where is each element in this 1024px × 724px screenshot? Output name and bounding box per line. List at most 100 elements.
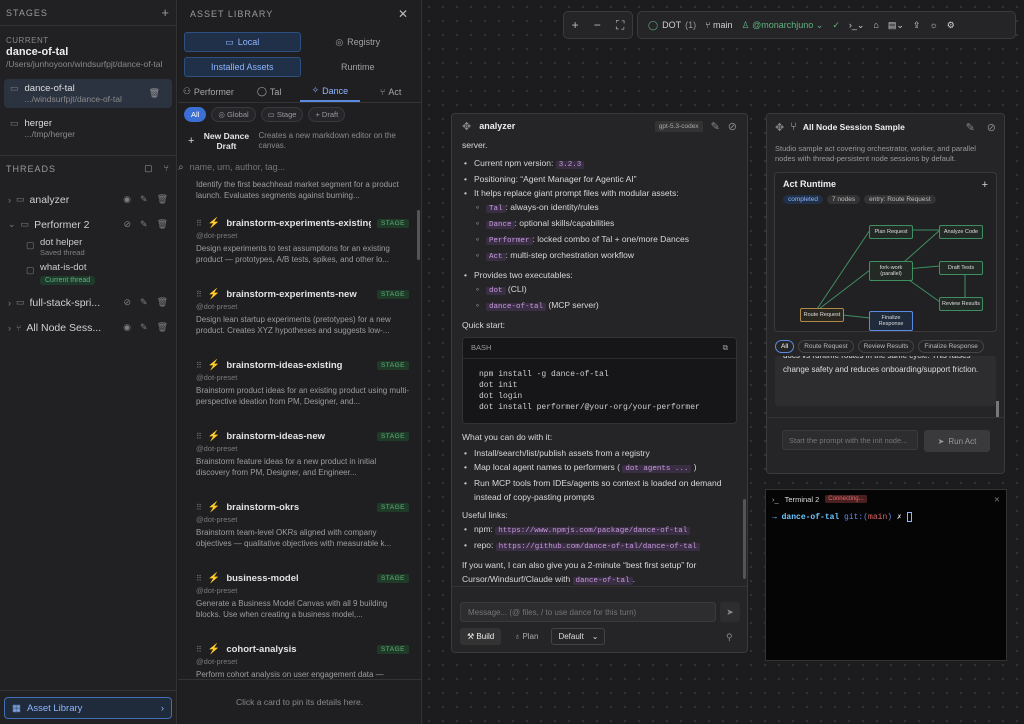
- graph-node[interactable]: Analyze Code: [939, 225, 983, 239]
- run-act-button[interactable]: ➤ Run Act: [924, 430, 990, 452]
- filter-route-request[interactable]: Route Request: [798, 340, 854, 353]
- edit-icon[interactable]: ✎: [711, 120, 720, 133]
- stage-item[interactable]: ▭ herger .../tmp/herger: [4, 114, 172, 143]
- terminal-icon[interactable]: ›_⌄: [849, 20, 865, 31]
- trash-icon[interactable]: 🗑: [157, 322, 168, 333]
- build-button[interactable]: ⚒ Build: [460, 628, 502, 645]
- filter-stage[interactable]: ▭ Stage: [260, 107, 304, 122]
- trash-icon[interactable]: 🗑: [149, 88, 160, 99]
- tab-dance[interactable]: ✧ Dance: [299, 81, 361, 102]
- local-toggle[interactable]: ▭ Local: [184, 32, 301, 52]
- registry-toggle[interactable]: ◎ Registry: [301, 32, 416, 52]
- trash-icon[interactable]: 🗑: [157, 219, 168, 230]
- attach-icon[interactable]: ⚲: [726, 632, 733, 643]
- grip-icon[interactable]: ⠿: [196, 290, 202, 299]
- runtime-toggle[interactable]: Runtime: [301, 57, 416, 77]
- user-status[interactable]: ♙ @monarchjuno ⌄: [742, 20, 824, 31]
- new-dance-draft[interactable]: + New Dance Draft Creates a new markdown…: [178, 126, 421, 156]
- asset-library-button[interactable]: ▦ Asset Library ›: [4, 697, 172, 719]
- grip-icon[interactable]: ⠿: [196, 361, 202, 370]
- message-input[interactable]: [460, 602, 716, 622]
- filter-finalize-response[interactable]: Finalize Response: [918, 340, 984, 353]
- graph-node[interactable]: fork-work (parallel): [869, 261, 913, 281]
- graph-node[interactable]: Route Request: [800, 308, 844, 322]
- thread-item[interactable]: › ▭ analyzer ◉ ✎ 🗑: [0, 187, 176, 212]
- grip-icon[interactable]: ⠿: [196, 645, 202, 654]
- asset-card[interactable]: ⠿ ⚡ brainstorm-experiments-new STAGE @dot-pr…: [178, 278, 421, 349]
- close-icon[interactable]: ✕: [398, 7, 409, 21]
- sub-thread-item[interactable]: ▢ what-is-dot Current thread: [0, 262, 176, 290]
- filter-global[interactable]: ◎ Global: [211, 107, 256, 122]
- grip-icon[interactable]: ⠿: [196, 574, 202, 583]
- prompt-input[interactable]: [782, 430, 918, 450]
- trash-icon[interactable]: 🗑: [157, 194, 168, 205]
- thread-item[interactable]: › ▭ full-stack-spri... ⊘ ✎ 🗑: [0, 290, 176, 315]
- stage-item[interactable]: ▭ dance-of-tal .../windsurfpjt/dance-of-t…: [4, 79, 172, 108]
- hide-icon[interactable]: ⊘: [987, 121, 996, 134]
- plan-button[interactable]: ♁ Plan: [507, 628, 545, 645]
- branch-icon[interactable]: ⑂: [164, 163, 170, 174]
- asset-card[interactable]: ⠿ ⚡ brainstorm-ideas-existing STAGE @dot-pre…: [178, 349, 421, 420]
- eye-icon[interactable]: ◉: [123, 194, 131, 205]
- installed-assets-toggle[interactable]: Installed Assets: [184, 57, 301, 77]
- graph-node[interactable]: Review Results: [939, 297, 983, 311]
- add-stage-icon[interactable]: +: [161, 5, 170, 20]
- tab-performer[interactable]: ⚇ Performer: [178, 81, 239, 102]
- dot-status[interactable]: ◯ DOT (1): [648, 20, 696, 31]
- scrollbar[interactable]: [996, 401, 999, 417]
- asset-card[interactable]: ⠿ ⚡ brainstorm-experiments-existing STAGE @d…: [178, 207, 421, 278]
- scrollbar[interactable]: [743, 499, 746, 579]
- mode-select[interactable]: Default ⌄: [551, 628, 606, 645]
- settings-icon[interactable]: ⚙: [947, 20, 955, 31]
- scrollbar[interactable]: [417, 210, 420, 260]
- terminal-window[interactable]: ›_ Terminal 2 Connecting... ✕ → dance-of…: [765, 489, 1007, 661]
- eye-off-icon[interactable]: ⊘: [123, 297, 131, 308]
- close-icon[interactable]: ✕: [994, 495, 1000, 504]
- thread-item[interactable]: ⌄ ▭ Performer 2 ⊘ ✎ 🗑: [0, 212, 176, 237]
- grip-icon[interactable]: ⠿: [196, 219, 202, 228]
- fit-view-icon[interactable]: ⛶: [616, 18, 624, 33]
- edit-icon[interactable]: ✎: [140, 194, 148, 205]
- graph-node[interactable]: Finalize Response: [869, 311, 913, 331]
- hide-icon[interactable]: ⊘: [728, 120, 737, 133]
- edit-icon[interactable]: ✎: [140, 322, 148, 333]
- github-icon[interactable]: ⌂: [873, 20, 878, 30]
- branch-status[interactable]: ⑂ main: [705, 20, 732, 30]
- send-button[interactable]: ➤: [720, 602, 740, 622]
- filter-draft[interactable]: + Draft: [308, 107, 346, 122]
- edit-icon[interactable]: ✎: [140, 219, 148, 230]
- zoom-out-icon[interactable]: −: [594, 18, 601, 32]
- eye-off-icon[interactable]: ⊘: [123, 219, 131, 230]
- drag-handle-icon[interactable]: ✥: [775, 121, 784, 134]
- asset-card[interactable]: ⠿ ⚡ brainstorm-ideas-new STAGE @dot-preset Br…: [178, 420, 421, 491]
- graph-node[interactable]: Plan Request: [869, 225, 913, 239]
- edit-icon[interactable]: ✎: [140, 297, 148, 308]
- filter-all[interactable]: All: [184, 107, 207, 122]
- tab-tal[interactable]: ◯ Tal: [239, 81, 300, 102]
- edit-icon[interactable]: ✎: [966, 121, 975, 134]
- plus-icon[interactable]: +: [982, 179, 988, 191]
- trash-icon[interactable]: 🗑: [157, 297, 168, 308]
- tab-act[interactable]: ⑂ Act: [360, 81, 421, 102]
- thread-item[interactable]: › ⑂ All Node Sess... ◉ ✎ 🗑: [0, 315, 176, 340]
- eye-icon[interactable]: ◉: [123, 322, 131, 333]
- repo-link[interactable]: https://github.com/dance-of-tal/dance-of…: [495, 543, 700, 551]
- asset-card[interactable]: ⠿ ⚡ brainstorm-okrs STAGE @dot-preset Brainst…: [178, 491, 421, 562]
- sun-icon[interactable]: ☼: [929, 20, 937, 30]
- filter-all[interactable]: All: [775, 340, 795, 353]
- chat-icon[interactable]: ▢: [144, 163, 154, 174]
- upload-icon[interactable]: ⇪: [913, 20, 921, 31]
- asset-card[interactable]: ⠿ ⚡ business-model STAGE @dot-preset Generate…: [178, 562, 421, 633]
- npm-link[interactable]: https://www.npmjs.com/package/dance-of-t…: [495, 527, 691, 535]
- copy-icon[interactable]: ⧉: [723, 343, 728, 353]
- filter-review-results[interactable]: Review Results: [857, 340, 915, 353]
- file-icon[interactable]: ▤⌄: [888, 20, 904, 31]
- graph-node[interactable]: Draft Tests: [939, 261, 983, 275]
- drag-handle-icon[interactable]: ✥: [462, 120, 471, 133]
- search-input[interactable]: [189, 162, 390, 172]
- zoom-in-icon[interactable]: +: [572, 18, 579, 32]
- sub-thread-item[interactable]: ▢ dot helper Saved thread: [0, 237, 176, 262]
- grip-icon[interactable]: ⠿: [196, 503, 202, 512]
- grip-icon[interactable]: ⠿: [196, 432, 202, 441]
- check-icon[interactable]: ✓: [832, 20, 840, 31]
